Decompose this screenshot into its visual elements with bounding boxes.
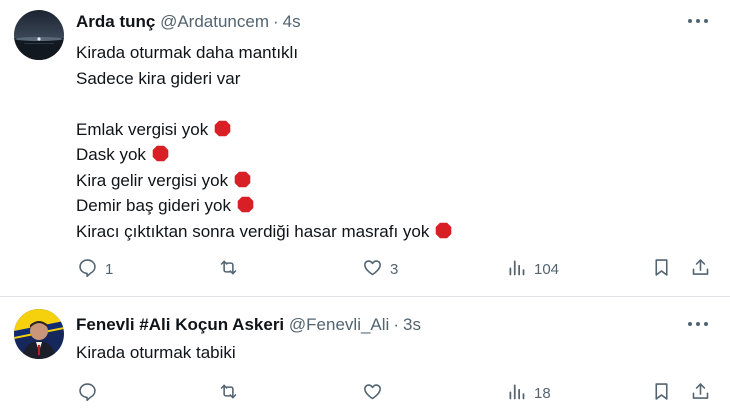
stop-sign-emoji xyxy=(234,170,251,187)
heart-icon xyxy=(362,381,383,406)
share-button[interactable] xyxy=(690,381,711,405)
stop-sign-emoji xyxy=(435,221,452,238)
reply-icon xyxy=(77,257,98,282)
retweet-icon xyxy=(218,257,239,282)
timestamp[interactable]: 3s xyxy=(403,315,421,334)
heart-icon xyxy=(362,257,383,282)
bookmark-icon xyxy=(651,257,672,282)
reply-count: 1 xyxy=(105,260,114,278)
retweet-button[interactable] xyxy=(218,257,246,281)
tweet[interactable]: Arda tunç @Ardatuncem · 4s Kirada oturmak … xyxy=(0,0,730,297)
stop-sign-emoji xyxy=(237,195,254,213)
avatar[interactable] xyxy=(14,309,64,359)
views-count: 104 xyxy=(534,260,560,278)
views-chart-icon xyxy=(506,257,527,282)
stop-sign-emoji xyxy=(214,119,231,136)
bookmark-button[interactable] xyxy=(651,381,672,405)
bookmark-button[interactable] xyxy=(651,257,672,281)
tweet-line: Demir baş gideri yok xyxy=(76,193,452,219)
tweet-line: Sadece kira gideri var xyxy=(76,68,241,88)
tweet-line: Kiracı çıktıktan sonra verdiği hasar mas… xyxy=(76,219,452,245)
reply-button[interactable]: 1 xyxy=(77,257,113,281)
tweet-header: Arda tunç @Ardatuncem · 4s xyxy=(76,11,301,33)
display-name[interactable]: Arda tunç xyxy=(76,12,155,31)
views-button[interactable]: 104 xyxy=(506,257,559,281)
stop-sign-emoji xyxy=(152,144,169,162)
retweet-button[interactable] xyxy=(218,381,246,405)
reply-icon xyxy=(77,381,98,406)
timestamp[interactable]: 4s xyxy=(283,12,301,31)
tweet-text: Kirada oturmak tabiki xyxy=(76,340,236,366)
user-handle[interactable]: @Fenevli_Ali xyxy=(289,315,389,334)
tweet-actions: 18 xyxy=(0,381,730,405)
display-name[interactable]: Fenevli #Ali Koçun Askeri xyxy=(76,315,284,334)
share-button[interactable] xyxy=(690,257,711,281)
reply-button[interactable] xyxy=(77,381,105,405)
views-button[interactable]: 18 xyxy=(506,381,551,405)
separator-dot: · xyxy=(273,12,279,31)
tweet-line: Kirada oturmak daha mantıklı xyxy=(76,43,299,62)
tweet-line: Kirada oturmak tabiki xyxy=(76,343,236,362)
tweet-line: Kira gelir vergisi yok xyxy=(76,168,452,194)
more-horizontal-icon[interactable] xyxy=(686,16,710,26)
tweet[interactable]: Fenevli #Ali Koçun Askeri @Fenevli_Ali · 3… xyxy=(0,297,730,420)
tweet-line: Dask yok xyxy=(76,142,452,168)
views-chart-icon xyxy=(506,381,527,406)
tweet-actions: 1 3 104 xyxy=(0,257,730,281)
avatar[interactable] xyxy=(14,10,64,60)
share-icon xyxy=(690,381,711,406)
tweet-text: Kirada oturmak daha mantıklı Sadece kira… xyxy=(76,40,452,244)
like-button[interactable]: 3 xyxy=(362,257,398,281)
separator-dot: · xyxy=(393,315,399,334)
tweet-header: Fenevli #Ali Koçun Askeri @Fenevli_Ali · 3… xyxy=(76,314,421,336)
like-count: 3 xyxy=(390,260,399,278)
user-handle[interactable]: @Ardatuncem xyxy=(160,12,269,31)
views-count: 18 xyxy=(534,384,551,402)
bookmark-icon xyxy=(651,381,672,406)
retweet-icon xyxy=(218,381,239,406)
like-button[interactable] xyxy=(362,381,390,405)
more-horizontal-icon[interactable] xyxy=(686,319,710,329)
tweet-line: Emlak vergisi yok xyxy=(76,117,452,143)
share-icon xyxy=(690,257,711,282)
